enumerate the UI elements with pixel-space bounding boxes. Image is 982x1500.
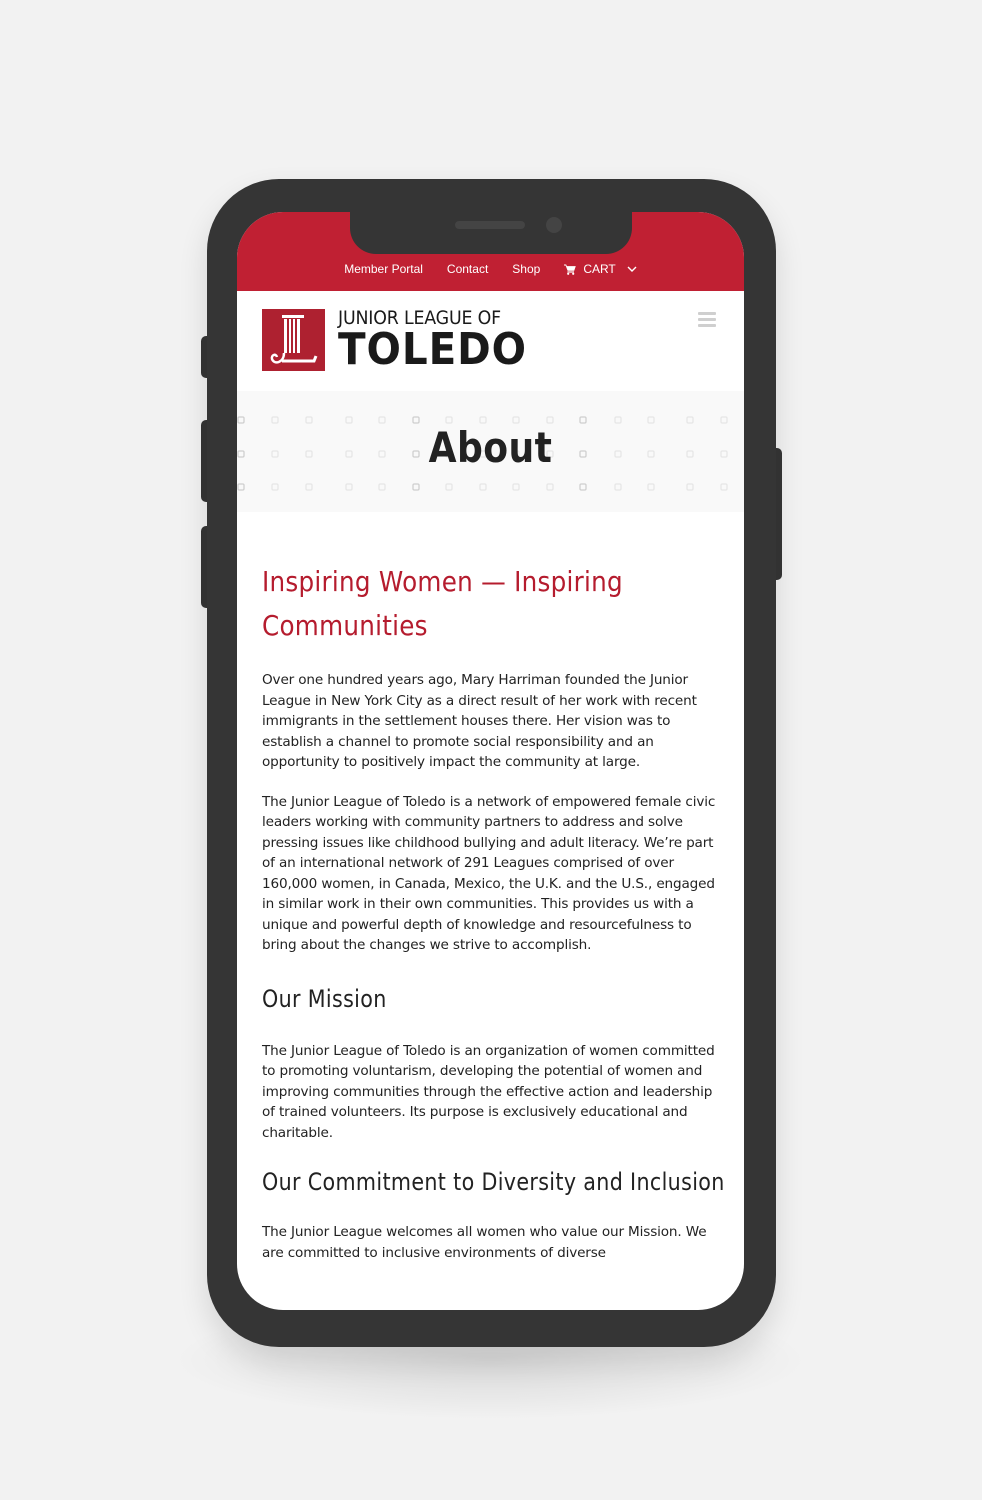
pattern-dot (720, 483, 728, 491)
page-title-banner: About (237, 391, 744, 512)
cart-label: CART (583, 262, 616, 276)
pattern-dot (579, 483, 587, 491)
phone-notch (350, 212, 632, 254)
chevron-down-icon (627, 266, 637, 272)
site-logo[interactable]: JUNIOR LEAGUE OF TOLEDO (262, 309, 543, 375)
logo-wordmark: JUNIOR LEAGUE OF TOLEDO (338, 309, 543, 375)
cart-icon (564, 264, 577, 275)
pattern-dot (512, 483, 520, 491)
page-title: About (428, 423, 553, 472)
pattern-dot (237, 450, 245, 458)
pattern-dot (345, 483, 353, 491)
pattern-dot (378, 483, 386, 491)
intro-paragraph-2: The Junior League of Toledo is a network… (262, 793, 716, 954)
main-content: Inspiring Women — Inspiring Communities … (262, 560, 724, 1263)
pattern-dot (720, 450, 728, 458)
nav-contact[interactable]: Contact (447, 262, 488, 276)
pattern-dot (647, 483, 655, 491)
nav-shop[interactable]: Shop (512, 262, 540, 276)
pattern-dot (445, 483, 453, 491)
menu-toggle-icon[interactable] (698, 312, 716, 327)
pattern-dot (305, 483, 313, 491)
pattern-dot (237, 416, 245, 424)
utility-nav: Member Portal Contact Shop CART (237, 262, 744, 276)
intro-heading: Inspiring Women — Inspiring Communities (262, 565, 623, 642)
speaker-grille (455, 221, 525, 229)
column-icon (270, 315, 318, 364)
pattern-dot (546, 483, 554, 491)
pattern-dot (686, 483, 694, 491)
site-header: JUNIOR LEAGUE OF TOLEDO (237, 291, 744, 391)
diversity-paragraph: The Junior League welcomes all women who… (262, 1224, 707, 1261)
phone-screen: Member Portal Contact Shop CART JUNIOR L… (237, 212, 744, 1310)
front-camera (546, 217, 562, 233)
nav-member-portal[interactable]: Member Portal (344, 262, 423, 276)
pattern-dot (237, 483, 245, 491)
pattern-dot (271, 483, 279, 491)
logo-line-2: TOLEDO (338, 324, 528, 375)
diversity-heading: Our Commitment to Diversity and Inclusio… (262, 1168, 725, 1196)
pattern-dot (479, 483, 487, 491)
pattern-dot (720, 416, 728, 424)
cart-menu[interactable]: CART (564, 262, 637, 276)
intro-paragraph-1: Over one hundred years ago, Mary Harrima… (262, 672, 697, 770)
pattern-dot (412, 483, 420, 491)
mission-heading: Our Mission (262, 984, 387, 1013)
jl-logo-mark (262, 309, 325, 371)
pattern-dot (614, 483, 622, 491)
mission-paragraph: The Junior League of Toledo is an organi… (262, 1042, 715, 1141)
